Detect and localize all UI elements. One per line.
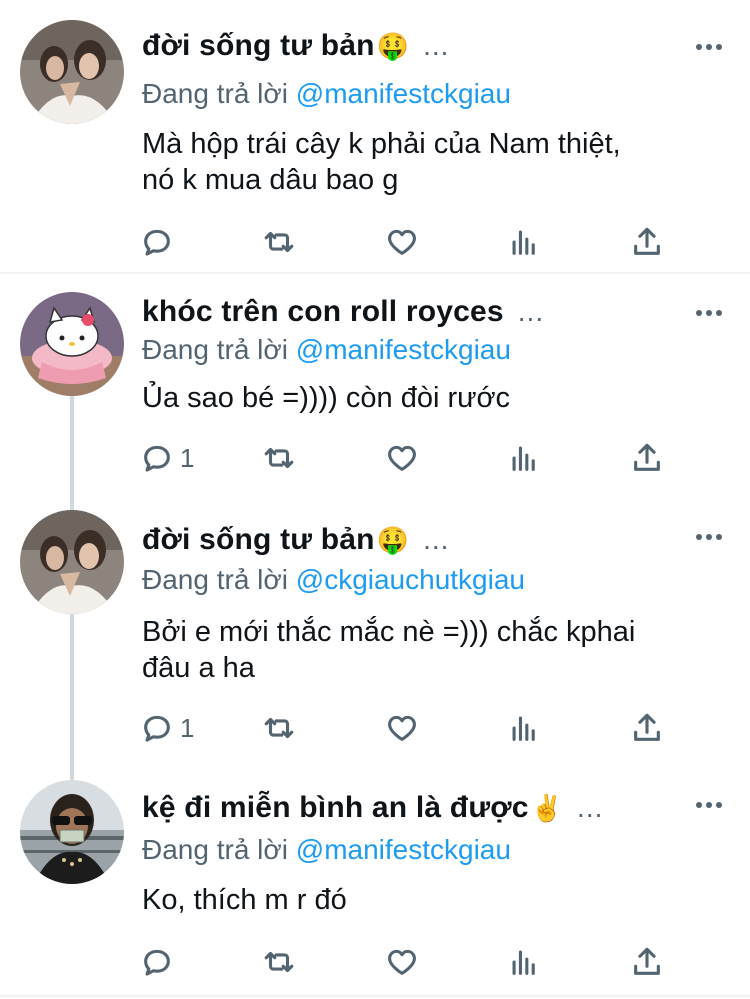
money-face-emoji: 🤑: [376, 30, 410, 61]
share-icon: [634, 713, 660, 741]
share-icon: [634, 947, 660, 975]
retweet-icon: [264, 717, 294, 739]
replying-to-label: Đang trả lời: [142, 78, 288, 109]
avatar[interactable]: [20, 510, 124, 614]
tweet-text: Bởi e mới thắc mắc nè =))) chắc kphai đâ…: [142, 614, 722, 686]
share-button[interactable]: [630, 438, 664, 478]
tweet[interactable]: khóc trên con roll royces ... Đang trả l…: [0, 274, 750, 504]
share-icon: [634, 443, 660, 471]
tweet-divider: [0, 995, 750, 997]
reply-button[interactable]: [140, 942, 180, 982]
tweet-text-line: Mà hộp trái cây k phải của Nam thiệt,: [142, 128, 621, 160]
author-name[interactable]: khóc trên con roll royces: [142, 295, 504, 329]
reply-count: 1: [180, 442, 195, 473]
tweet-actions: 1: [140, 438, 680, 478]
tweet-actions: [140, 942, 680, 982]
like-icon: [388, 949, 416, 975]
retweet-button[interactable]: [262, 708, 296, 748]
tweet[interactable]: kệ đi miễn bình an là được ✌️ ... Đang t…: [0, 766, 750, 996]
retweet-icon: [264, 231, 294, 253]
reply-count: 1: [180, 712, 195, 743]
analytics-icon: [512, 230, 535, 255]
more-icon[interactable]: [696, 308, 722, 318]
like-button[interactable]: [385, 438, 419, 478]
retweet-icon: [264, 447, 294, 469]
author-row: đời sống tư bản 🤑 ...: [142, 26, 449, 66]
retweet-icon: [264, 951, 294, 973]
reply-icon: [144, 229, 170, 256]
share-button[interactable]: [630, 942, 664, 982]
reply-handle-link[interactable]: @manifestckgiau: [296, 334, 511, 365]
tweet-text-line: Ủa sao bé =)))) còn đòi rước: [142, 382, 511, 414]
like-button[interactable]: [385, 942, 419, 982]
analytics-button[interactable]: [507, 942, 541, 982]
reply-handle-link[interactable]: @manifestckgiau: [296, 834, 511, 865]
author-row: đời sống tư bản 🤑 ...: [142, 520, 449, 560]
retweet-button[interactable]: [262, 438, 296, 478]
retweet-button[interactable]: [262, 222, 296, 262]
money-face-emoji: 🤑: [376, 524, 410, 555]
share-button[interactable]: [630, 708, 664, 748]
avatar[interactable]: [20, 780, 124, 884]
analytics-button[interactable]: [507, 438, 541, 478]
tweet-text: Ko, thích m r đó: [142, 882, 722, 918]
tweet-actions: 1: [140, 708, 680, 748]
replying-to-label: Đang trả lời: [142, 564, 288, 595]
victory-hand-emoji: ✌️: [530, 792, 564, 823]
analytics-icon: [512, 950, 535, 975]
like-button[interactable]: [385, 222, 419, 262]
reply-icon: [144, 949, 170, 976]
replying-to: Đang trả lời @manifestckgiau: [142, 834, 511, 866]
analytics-icon: [512, 716, 535, 741]
replying-to: Đang trả lời @ckgiauchutkgiau: [142, 564, 525, 596]
tweet[interactable]: đời sống tư bản 🤑 ... Đang trả lời @mani…: [0, 0, 750, 272]
tweet-text: Mà hộp trái cây k phải của Nam thiệt, nó…: [142, 126, 722, 198]
avatar[interactable]: [20, 292, 124, 396]
tweet-text-line: nó k mua dâu bao g: [142, 164, 399, 196]
retweet-button[interactable]: [262, 942, 296, 982]
author-name[interactable]: kệ đi miễn bình an là được: [142, 791, 529, 825]
truncated-ellipsis: ...: [577, 792, 604, 823]
like-icon: [388, 715, 416, 741]
truncated-ellipsis: ...: [423, 524, 450, 555]
author-name[interactable]: đời sống tư bản: [142, 29, 375, 63]
more-icon[interactable]: [696, 532, 722, 542]
replying-to-label: Đang trả lời: [142, 334, 288, 365]
reply-handle-link[interactable]: @ckgiauchutkgiau: [296, 564, 525, 595]
reply-button[interactable]: 1: [140, 438, 194, 478]
like-icon: [388, 445, 416, 471]
more-icon[interactable]: [696, 42, 722, 52]
author-row: khóc trên con roll royces ...: [142, 292, 544, 332]
like-icon: [388, 229, 416, 255]
replying-to: Đang trả lời @manifestckgiau: [142, 334, 511, 366]
avatar[interactable]: [20, 20, 124, 124]
like-button[interactable]: [385, 708, 419, 748]
tweet[interactable]: đời sống tư bản 🤑 ... Đang trả lời @ckgi…: [0, 504, 750, 766]
analytics-button[interactable]: [507, 708, 541, 748]
analytics-icon: [512, 446, 535, 471]
more-icon[interactable]: [696, 800, 722, 810]
replying-to-label: Đang trả lời: [142, 834, 288, 865]
analytics-button[interactable]: [507, 222, 541, 262]
tweet-actions: [140, 222, 680, 262]
replying-to: Đang trả lời @manifestckgiau: [142, 78, 511, 110]
reply-icon: [144, 445, 170, 472]
tweet-text-line: Bởi e mới thắc mắc nè =))) chắc kphai: [142, 616, 636, 648]
truncated-ellipsis: ...: [517, 296, 545, 327]
reply-button[interactable]: [140, 222, 180, 262]
tweet-text: Ủa sao bé =)))) còn đòi rước: [142, 380, 722, 416]
author-name[interactable]: đời sống tư bản: [142, 523, 375, 557]
share-icon: [634, 227, 660, 255]
author-row: kệ đi miễn bình an là được ✌️ ...: [142, 788, 603, 828]
reply-icon: [144, 715, 170, 742]
share-button[interactable]: [630, 222, 664, 262]
tweet-text-line: Ko, thích m r đó: [142, 884, 347, 916]
reply-handle-link[interactable]: @manifestckgiau: [296, 78, 511, 109]
reply-button[interactable]: 1: [140, 708, 194, 748]
tweet-text-line: đâu a ha: [142, 652, 255, 684]
truncated-ellipsis: ...: [423, 30, 450, 61]
